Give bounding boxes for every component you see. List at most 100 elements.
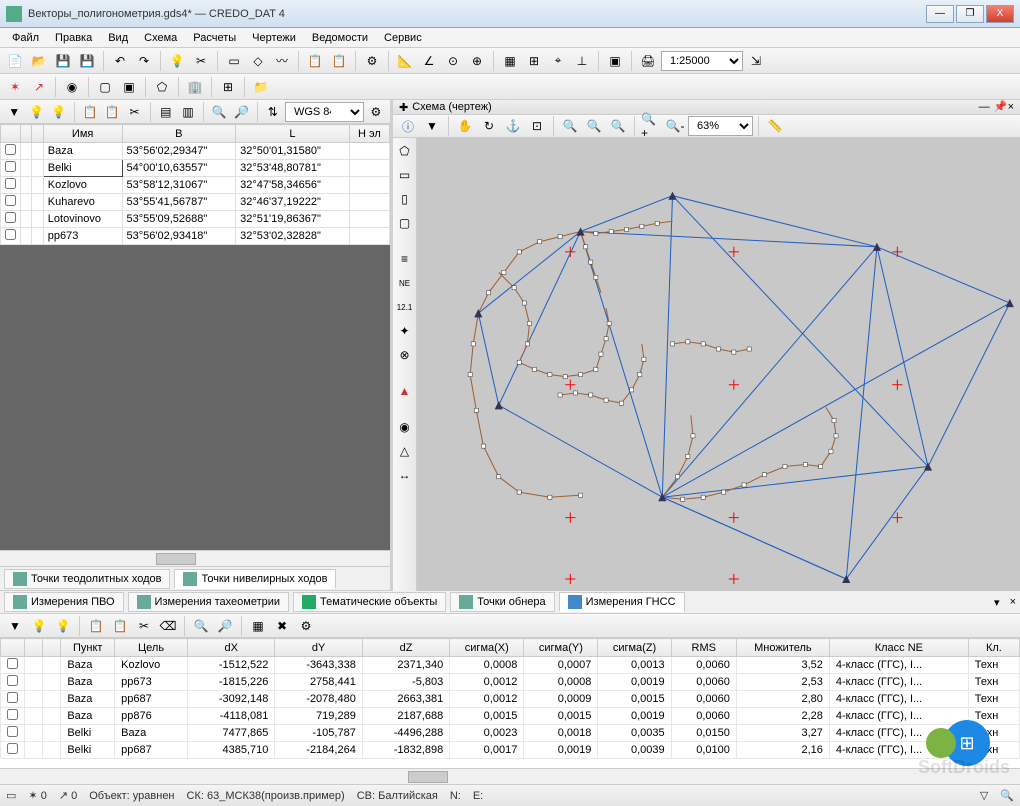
status-search-icon[interactable]: 🔍	[1000, 789, 1014, 802]
save-icon[interactable]: 💾	[52, 50, 74, 72]
level-icon[interactable]: ↗	[28, 76, 50, 98]
tool-121-icon[interactable]: 12.1	[394, 296, 416, 318]
minimize-button[interactable]: —	[926, 5, 954, 23]
redo-icon[interactable]: ↷	[133, 50, 155, 72]
tool-icon[interactable]: ⊙	[442, 50, 464, 72]
find2-icon[interactable]: 🔎	[231, 101, 251, 123]
bulb-icon[interactable]: 💡	[166, 50, 188, 72]
close-button[interactable]: X	[986, 5, 1014, 23]
open-icon[interactable]: 📂	[28, 50, 50, 72]
new-icon[interactable]: 📄	[4, 50, 26, 72]
rect-icon[interactable]: ▢	[94, 76, 116, 98]
tool-circle-icon[interactable]: ◉	[394, 416, 416, 438]
calc2-icon[interactable]: ▥	[178, 101, 198, 123]
measure-icon[interactable]: 📐	[394, 50, 416, 72]
settings-icon[interactable]: ⚙	[361, 50, 383, 72]
select-icon[interactable]: ▭	[223, 50, 245, 72]
gpaste-icon[interactable]: 📋	[109, 615, 131, 637]
panel-close-icon[interactable]: ×	[1010, 596, 1016, 608]
menu-reports[interactable]: Ведомости	[304, 30, 376, 46]
menu-file[interactable]: Файл	[4, 30, 47, 46]
frame-icon[interactable]: ▣	[604, 50, 626, 72]
copy-icon[interactable]: 📋	[304, 50, 326, 72]
poly-icon[interactable]: ⬠	[151, 76, 173, 98]
print-icon[interactable]: 🖨	[637, 50, 659, 72]
del-icon[interactable]: ✂	[124, 101, 144, 123]
gfilt2-icon[interactable]: 🔍	[190, 615, 212, 637]
menu-scheme[interactable]: Схема	[136, 30, 185, 46]
gtool-icon[interactable]: ✖	[271, 615, 293, 637]
menu-service[interactable]: Сервис	[376, 30, 430, 46]
tab-theo[interactable]: Точки теодолитных ходов	[4, 569, 170, 589]
tool-pentagon-icon[interactable]: ⬠	[394, 140, 416, 162]
zoom-sel-icon[interactable]: 🔍	[607, 115, 629, 137]
tab-level[interactable]: Точки нивелирных ходов	[174, 569, 336, 589]
tool-rect-icon[interactable]: ▭	[394, 164, 416, 186]
gbulb-icon[interactable]: 💡	[28, 615, 50, 637]
paste-icon[interactable]: 📋	[328, 50, 350, 72]
grid-icon[interactable]: ⊞	[523, 50, 545, 72]
zoom-win-icon[interactable]: ⊡	[526, 115, 548, 137]
filter-icon[interactable]: ▼	[4, 101, 24, 123]
theo-icon[interactable]: ✶	[4, 76, 26, 98]
scheme-canvas[interactable]	[417, 138, 1020, 591]
gbulb2-icon[interactable]: 💡	[52, 615, 74, 637]
tab-obn[interactable]: Точки обнера	[450, 592, 554, 612]
gnss-hscroll[interactable]	[0, 768, 1020, 784]
menu-drawings[interactable]: Чертежи	[244, 30, 304, 46]
close-pane-icon[interactable]: ×	[1008, 101, 1014, 113]
tool-crop-icon[interactable]: ▯	[394, 188, 416, 210]
points-table[interactable]: ИмяBLH эл Baza53°56'02,29347"32°50'01,31…	[0, 124, 390, 245]
tab-gnss[interactable]: Измерения ГНСС	[559, 592, 685, 612]
undo-icon[interactable]: ↶	[109, 50, 131, 72]
filter2-icon[interactable]: ▼	[421, 115, 443, 137]
zoom-in-icon[interactable]: 🔍+	[640, 115, 662, 137]
select-lasso-icon[interactable]: 〰	[271, 50, 293, 72]
status-funnel-icon[interactable]: ▽	[980, 789, 988, 802]
save-all-icon[interactable]: 💾	[76, 50, 98, 72]
panel-min-icon[interactable]: ▾	[994, 596, 1000, 609]
zoom-fit-icon[interactable]: 🔍	[559, 115, 581, 137]
gopt-icon[interactable]: ⚙	[295, 615, 317, 637]
tool-align-icon[interactable]: ≡	[394, 248, 416, 270]
tab-them[interactable]: Тематические объекты	[293, 592, 446, 612]
tool-tri-icon[interactable]: ▲	[394, 380, 416, 402]
folder-icon[interactable]: 📁	[250, 76, 272, 98]
menu-edit[interactable]: Правка	[47, 30, 100, 46]
sort-icon[interactable]: ⇅	[263, 101, 283, 123]
menu-view[interactable]: Вид	[100, 30, 136, 46]
tool-ne-icon[interactable]: NE	[394, 272, 416, 294]
bulb2-icon[interactable]: 💡	[26, 101, 46, 123]
select-poly-icon[interactable]: ◇	[247, 50, 269, 72]
tool-delta-icon[interactable]: △	[394, 440, 416, 462]
zoom-combo[interactable]: 63%	[688, 116, 753, 136]
anchor-icon[interactable]: ⚓	[502, 115, 524, 137]
tab-tach[interactable]: Измерения тахеометрии	[128, 592, 290, 612]
coord-system-combo[interactable]: WGS 84	[285, 102, 364, 122]
tab-pvo[interactable]: Измерения ПВО	[4, 592, 124, 612]
zoom-all-icon[interactable]: 🔍	[583, 115, 605, 137]
gnss-table[interactable]: ПунктЦельdX dYdZсигма(X) сигма(Y)сигма(Z…	[0, 638, 1020, 768]
pan-icon[interactable]: ✋	[454, 115, 476, 137]
tool2-icon[interactable]: ⊕	[466, 50, 488, 72]
build-icon[interactable]: 🏢	[184, 76, 206, 98]
cs-settings-icon[interactable]: ⚙	[366, 101, 386, 123]
ruler-icon[interactable]: 📏	[764, 115, 786, 137]
layer-icon[interactable]: ▦	[499, 50, 521, 72]
gcopy-icon[interactable]: 📋	[85, 615, 107, 637]
tool-compass-icon[interactable]: ✦	[394, 320, 416, 342]
calc-icon[interactable]: ▤	[156, 101, 176, 123]
copy2-icon[interactable]: 📋	[80, 101, 100, 123]
gfilter-icon[interactable]: ▼	[4, 615, 26, 637]
gcalc-icon[interactable]: ▦	[247, 615, 269, 637]
rotate-icon[interactable]: ↻	[478, 115, 500, 137]
zoom-out-icon[interactable]: 🔍-	[664, 115, 686, 137]
reg-icon[interactable]: ▣	[118, 76, 140, 98]
bulb3-icon[interactable]: 💡	[49, 101, 69, 123]
gcut-icon[interactable]: ✂	[133, 615, 155, 637]
pin-icon[interactable]: 📌	[994, 100, 1008, 114]
info-icon[interactable]: ⓘ	[397, 115, 419, 137]
maximize-button[interactable]: ❐	[956, 5, 984, 23]
paste2-icon[interactable]: 📋	[102, 101, 122, 123]
minimize-pane-icon[interactable]: —	[979, 101, 990, 113]
